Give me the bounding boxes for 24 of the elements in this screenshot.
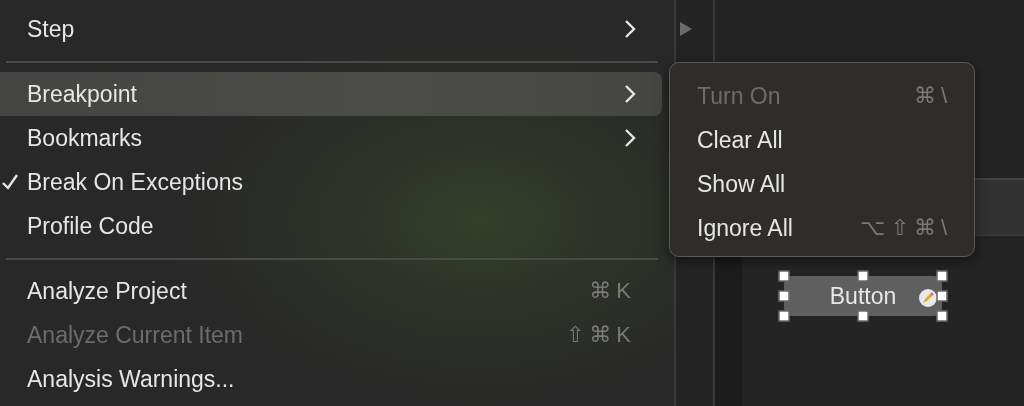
- menu-item[interactable]: Analysis Warnings...: [0, 357, 662, 401]
- selection-handle[interactable]: [936, 290, 948, 302]
- canvas-button[interactable]: Button: [784, 276, 942, 316]
- menu-item[interactable]: Analyze Project ⌘K: [0, 269, 662, 313]
- selection-handle[interactable]: [857, 270, 869, 282]
- chevron-right-icon: [624, 84, 636, 104]
- menu-item[interactable]: Breakpoint: [0, 72, 662, 116]
- chevron-right-icon: [624, 128, 636, 148]
- menu-item[interactable]: Ignore All ⌥⇧⌘\: [670, 206, 974, 250]
- menu-item[interactable]: Clear All: [670, 118, 974, 162]
- disclosure-triangle-icon[interactable]: [680, 22, 692, 36]
- menu-item[interactable]: Break On Exceptions: [0, 160, 662, 204]
- selection-handle[interactable]: [778, 270, 790, 282]
- selection-handle[interactable]: [936, 270, 948, 282]
- menu-item[interactable]: Show All: [670, 162, 974, 206]
- chevron-right-icon: [624, 19, 636, 39]
- selection-handle[interactable]: [857, 310, 869, 322]
- menu-item[interactable]: Profile Code: [0, 204, 662, 248]
- selection-handle[interactable]: [778, 290, 790, 302]
- menu-item[interactable]: Step: [0, 7, 662, 51]
- selection-handle[interactable]: [778, 310, 790, 322]
- menu-item[interactable]: Bookmarks: [0, 116, 662, 160]
- selection-handle[interactable]: [936, 310, 948, 322]
- pencil-icon: [918, 288, 938, 308]
